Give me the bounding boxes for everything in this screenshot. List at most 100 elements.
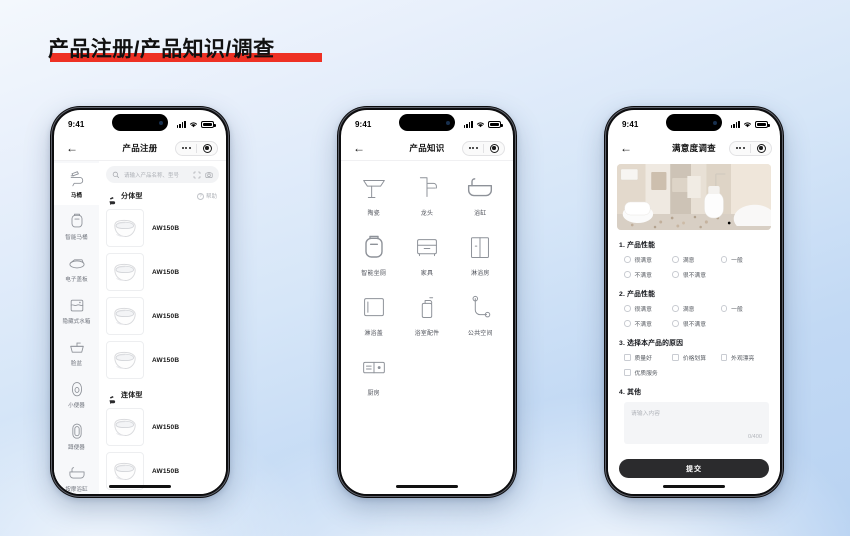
close-target-icon[interactable] bbox=[197, 142, 217, 155]
scan-icon[interactable] bbox=[193, 171, 201, 179]
sidebar-item-7[interactable]: 蹲便器 bbox=[54, 415, 99, 457]
product-catalog: 分体型? 帮助 AW150B AW150B AW150B AW150B 连体型 AW… bbox=[106, 191, 219, 493]
sidebar-item-label: 脸盆 bbox=[70, 360, 83, 367]
radio-option-4[interactable]: 不满意 bbox=[624, 270, 672, 279]
back-button[interactable]: ← bbox=[353, 142, 367, 154]
more-menu-icon[interactable] bbox=[176, 142, 196, 155]
knowledge-category-1[interactable]: 陶瓷 bbox=[347, 173, 400, 217]
other-textarea[interactable]: 请输入内容 0/400 bbox=[624, 402, 769, 444]
question-number: 1. bbox=[619, 242, 626, 249]
sidebar-item-1[interactable]: 马桶 bbox=[54, 163, 99, 205]
miniprogram-capsule bbox=[175, 140, 218, 156]
category-marker-icon bbox=[108, 192, 117, 205]
checkbox-box[interactable] bbox=[672, 354, 679, 361]
sidebar-item-6[interactable]: 小便器 bbox=[54, 373, 99, 415]
radio-option-4[interactable]: 不满意 bbox=[624, 319, 672, 328]
knowledge-category-9[interactable]: 公共空间 bbox=[454, 293, 507, 337]
product-card[interactable]: AW150B bbox=[106, 206, 219, 250]
product-thumbnail bbox=[106, 253, 144, 291]
radio-option-3[interactable]: 一般 bbox=[720, 304, 769, 313]
sidebar-item-5[interactable]: 脸盆 bbox=[54, 331, 99, 373]
status-time: 9:41 bbox=[622, 119, 639, 129]
question-text: 选择本产品的原因 bbox=[627, 340, 684, 347]
search-input[interactable]: 请输入产品名称、型号 bbox=[124, 171, 189, 179]
radio-button[interactable] bbox=[624, 271, 631, 278]
more-menu-icon[interactable] bbox=[463, 142, 483, 155]
product-model: AW150B bbox=[152, 356, 180, 364]
back-button[interactable]: ← bbox=[620, 142, 634, 154]
close-target-icon[interactable] bbox=[751, 142, 771, 155]
checkbox-box[interactable] bbox=[624, 354, 631, 361]
kitchen-icon bbox=[358, 353, 390, 381]
checkbox-box[interactable] bbox=[720, 354, 728, 361]
wifi-icon bbox=[743, 121, 752, 127]
wifi-icon bbox=[189, 121, 198, 127]
radio-option-5[interactable]: 很不满意 bbox=[672, 319, 720, 328]
toilet-product-image bbox=[114, 351, 136, 369]
close-target-icon[interactable] bbox=[484, 142, 504, 155]
radio-option-2[interactable]: 满意 bbox=[672, 304, 720, 313]
bathtub-icon bbox=[464, 173, 496, 201]
category-left: 分体型 bbox=[108, 191, 143, 205]
sidebar-item-2[interactable]: 智能马桶 bbox=[54, 205, 99, 247]
sidebar-item-3[interactable]: 电子盖板 bbox=[54, 247, 99, 289]
knowledge-category-8[interactable]: 浴室配件 bbox=[400, 293, 453, 337]
radio-button[interactable] bbox=[672, 271, 679, 278]
checkbox-box[interactable] bbox=[624, 369, 631, 376]
product-card[interactable]: AW150B bbox=[106, 338, 219, 382]
checkbox-option-1[interactable]: 质量好 bbox=[624, 353, 672, 362]
knowledge-category-7[interactable]: 淋浴盖 bbox=[347, 293, 400, 337]
search-bar[interactable]: 请输入产品名称、型号 bbox=[106, 166, 219, 183]
knowledge-category-label: 家具 bbox=[420, 271, 434, 277]
radio-button[interactable] bbox=[672, 320, 679, 327]
knowledge-category-4[interactable]: 智能坐厕 bbox=[347, 233, 400, 277]
checkbox-option-4[interactable]: 优质服务 bbox=[624, 368, 672, 377]
survey-question-1: 1. 产品性能很满意 满意 一般不满意 很不满意 bbox=[608, 239, 780, 279]
product-card[interactable]: AW150B bbox=[106, 405, 219, 449]
submit-button[interactable]: 提交 bbox=[619, 459, 769, 478]
question-title: 2. 产品性能 bbox=[619, 288, 769, 298]
radio-option-1[interactable]: 很满意 bbox=[624, 304, 672, 313]
radio-option-3[interactable]: 一般 bbox=[720, 255, 769, 264]
knowledge-category-6[interactable]: 淋浴房 bbox=[454, 233, 507, 277]
phone3-status-bar: 9:41 bbox=[608, 110, 780, 136]
camera-icon[interactable] bbox=[205, 171, 213, 179]
radio-option-2[interactable]: 满意 bbox=[672, 255, 720, 264]
checkbox-option-3[interactable]: 外观漂亮 bbox=[720, 353, 769, 362]
survey-question-4: 4. 其他 bbox=[608, 386, 780, 396]
sidebar-item-8[interactable]: 按摩浴缸 bbox=[54, 457, 99, 494]
radio-button[interactable] bbox=[672, 256, 679, 263]
more-menu-icon[interactable] bbox=[730, 142, 750, 155]
battery-icon bbox=[201, 120, 216, 128]
back-button[interactable]: ← bbox=[66, 142, 80, 154]
product-list: AW150B AW150B AW150B AW150B bbox=[106, 206, 219, 382]
category-sidebar[interactable]: 马桶 智能马桶 电子盖板 隐藏式水箱脸盆小便器蹲便器按摩浴缸 bbox=[54, 161, 99, 494]
product-card[interactable]: AW150B bbox=[106, 250, 219, 294]
radio-button[interactable] bbox=[624, 305, 631, 312]
radio-button[interactable] bbox=[720, 305, 728, 312]
radio-option-5[interactable]: 很不满意 bbox=[672, 270, 720, 279]
product-card[interactable]: AW150B bbox=[106, 294, 219, 338]
knowledge-category-3[interactable]: 浴缸 bbox=[454, 173, 507, 217]
radio-button[interactable] bbox=[624, 256, 631, 263]
radio-option-1[interactable]: 很满意 bbox=[624, 255, 672, 264]
radio-button[interactable] bbox=[672, 305, 679, 312]
wifi-icon bbox=[476, 121, 485, 127]
knowledge-category-10[interactable]: 厨房 bbox=[347, 353, 400, 397]
radio-button[interactable] bbox=[624, 320, 631, 327]
radio-button[interactable] bbox=[720, 256, 728, 263]
sidebar-item-4[interactable]: 隐藏式水箱 bbox=[54, 289, 99, 331]
sidebar-item-label: 蹲便器 bbox=[68, 444, 85, 451]
bathroom-accessory-icon bbox=[411, 293, 443, 321]
battery-icon bbox=[488, 120, 503, 128]
question-text: 产品性能 bbox=[627, 291, 656, 298]
toilet-product-image bbox=[114, 263, 136, 281]
question-text: 产品性能 bbox=[627, 242, 656, 249]
knowledge-category-5[interactable]: 家具 bbox=[400, 233, 453, 277]
faucet-icon bbox=[411, 173, 443, 201]
help-link[interactable]: ? 帮助 bbox=[196, 192, 217, 200]
phone-mockup-product-registration: 9:41 ← 产品注册 马桶智能马桶电子盖板隐藏式水箱脸盆小便器蹲便 bbox=[50, 106, 230, 498]
checkbox-option-2[interactable]: 价格划算 bbox=[672, 353, 720, 362]
knowledge-category-2[interactable]: 龙头 bbox=[400, 173, 453, 217]
home-indicator bbox=[663, 485, 725, 488]
